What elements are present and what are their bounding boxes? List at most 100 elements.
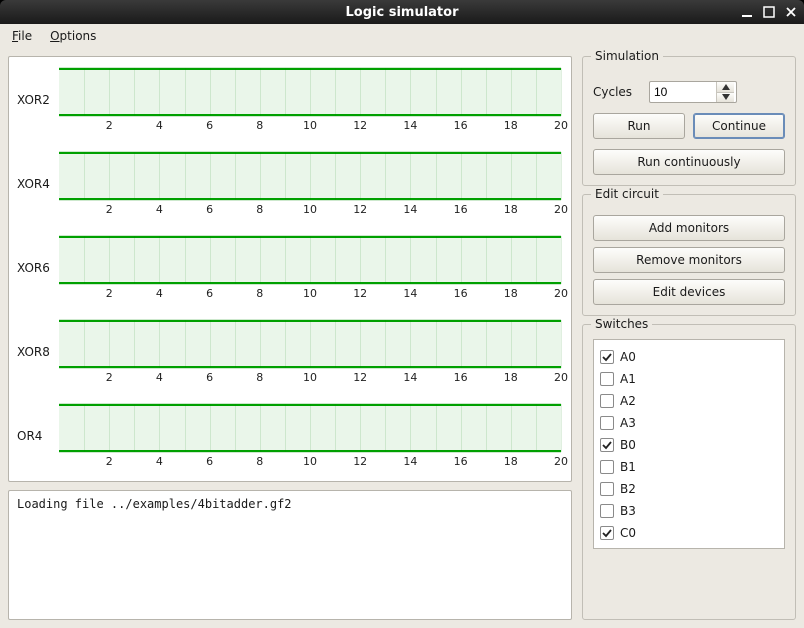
waveform-tick: 16 [454,119,468,132]
waveform-tick: 16 [454,287,468,300]
simulation-group: Simulation Cycles [582,56,796,186]
log-panel[interactable]: Loading file ../examples/4bitadder.gf2 [8,490,572,620]
waveform-tick: 4 [156,287,163,300]
waveform-tick: 6 [206,203,213,216]
waveform-tick: 14 [403,203,417,216]
waveform-tick: 14 [403,455,417,468]
waveform-tick: 18 [504,455,518,468]
waveform-row: OR42468101214161820 [15,403,561,469]
waveform-signal [59,319,561,369]
switch-checkbox[interactable] [600,460,614,474]
window-title: Logic simulator [0,5,804,20]
waveform-tick: 8 [256,287,263,300]
switch-checkbox[interactable] [600,372,614,386]
waveform-tick: 10 [303,287,317,300]
cycles-spinner[interactable] [649,81,737,103]
waveform-tick: 14 [403,119,417,132]
waveform-tick: 4 [156,119,163,132]
cycles-row: Cycles [593,81,785,103]
waveform-tick: 8 [256,371,263,384]
switch-checkbox[interactable] [600,438,614,452]
waveform-tick: 2 [106,203,113,216]
waveform-tick: 14 [403,371,417,384]
waveform-box: 2468101214161820 [59,67,561,133]
switch-checkbox[interactable] [600,526,614,540]
waveform-tick: 12 [353,203,367,216]
switch-item[interactable]: A2 [600,390,778,412]
waveform-tick: 6 [206,119,213,132]
log-text: Loading file ../examples/4bitadder.gf2 [17,497,292,511]
cycles-up-button[interactable] [717,82,734,93]
run-continuously-button[interactable]: Run continuously [593,149,785,175]
switch-item[interactable]: B1 [600,456,778,478]
switch-label: A0 [620,350,636,364]
edit-devices-button[interactable]: Edit devices [593,279,785,305]
switch-item[interactable]: C0 [600,522,778,544]
waveform-tick: 20 [554,287,568,300]
waveform-signal [59,151,561,201]
waveform-tick: 18 [504,287,518,300]
waveform-label: XOR2 [15,93,59,107]
cycles-input[interactable] [650,82,716,102]
switch-checkbox[interactable] [600,394,614,408]
remove-monitors-button[interactable]: Remove monitors [593,247,785,273]
waveform-tick: 8 [256,203,263,216]
cycles-label: Cycles [593,85,641,99]
waveform-tick: 8 [256,119,263,132]
waveform-tick: 12 [353,287,367,300]
waveform-tick: 12 [353,119,367,132]
maximize-button[interactable] [762,5,776,19]
waveform-axis: 2468101214161820 [59,119,561,133]
waveform-signal [59,67,561,117]
continue-button[interactable]: Continue [693,113,785,139]
switch-item[interactable]: A0 [600,346,778,368]
menu-options[interactable]: Options [44,27,102,45]
waveform-row: XOR42468101214161820 [15,151,561,217]
switch-item[interactable]: B0 [600,434,778,456]
waveform-tick: 16 [454,203,468,216]
cycles-down-button[interactable] [717,93,734,103]
waveform-tick: 2 [106,455,113,468]
switch-item[interactable]: B2 [600,478,778,500]
waveform-box: 2468101214161820 [59,235,561,301]
switch-list[interactable]: A0 A1 A2A3B0B1B2B3C0 [593,339,785,549]
menu-file[interactable]: File [6,27,38,45]
waveform-signal [59,403,561,453]
switches-group: Switches A0A1A2A3B0B1B2B3C0 [582,324,796,620]
waveform-tick: 16 [454,455,468,468]
waveform-tick: 18 [504,119,518,132]
switch-checkbox[interactable] [600,504,614,518]
switches-title: Switches [591,317,652,331]
switch-item[interactable]: B3 [600,500,778,522]
waveform-label: OR4 [15,429,59,443]
waveform-tick: 16 [454,371,468,384]
waveform-label: XOR8 [15,345,59,359]
waveform-tick: 20 [554,455,568,468]
minimize-button[interactable] [740,5,754,19]
waveform-box: 2468101214161820 [59,403,561,469]
switch-checkbox[interactable] [600,416,614,430]
waveform-signal [59,235,561,285]
waveform-tick: 2 [106,287,113,300]
switch-checkbox[interactable] [600,482,614,496]
waveform-tick: 20 [554,203,568,216]
waveform-box: 2468101214161820 [59,151,561,217]
waveform-axis: 2468101214161820 [59,287,561,301]
cycles-spin-buttons [716,82,734,102]
close-button[interactable] [784,5,798,19]
waveform-box: 2468101214161820 [59,319,561,385]
waveform-tick: 4 [156,455,163,468]
run-button[interactable]: Run [593,113,685,139]
menubar: File Options [0,24,804,48]
switch-checkbox[interactable] [600,350,614,364]
add-monitors-button[interactable]: Add monitors [593,215,785,241]
switch-item[interactable]: A1 [600,368,778,390]
edit-circuit-group: Edit circuit Add monitors Remove monitor… [582,194,796,316]
waveform-tick: 10 [303,371,317,384]
waveform-tick: 12 [353,371,367,384]
switch-label: A1 [620,372,636,386]
waveform-tick: 20 [554,119,568,132]
waveform-axis: 2468101214161820 [59,371,561,385]
waveform-tick: 8 [256,455,263,468]
switch-item[interactable]: A3 [600,412,778,434]
